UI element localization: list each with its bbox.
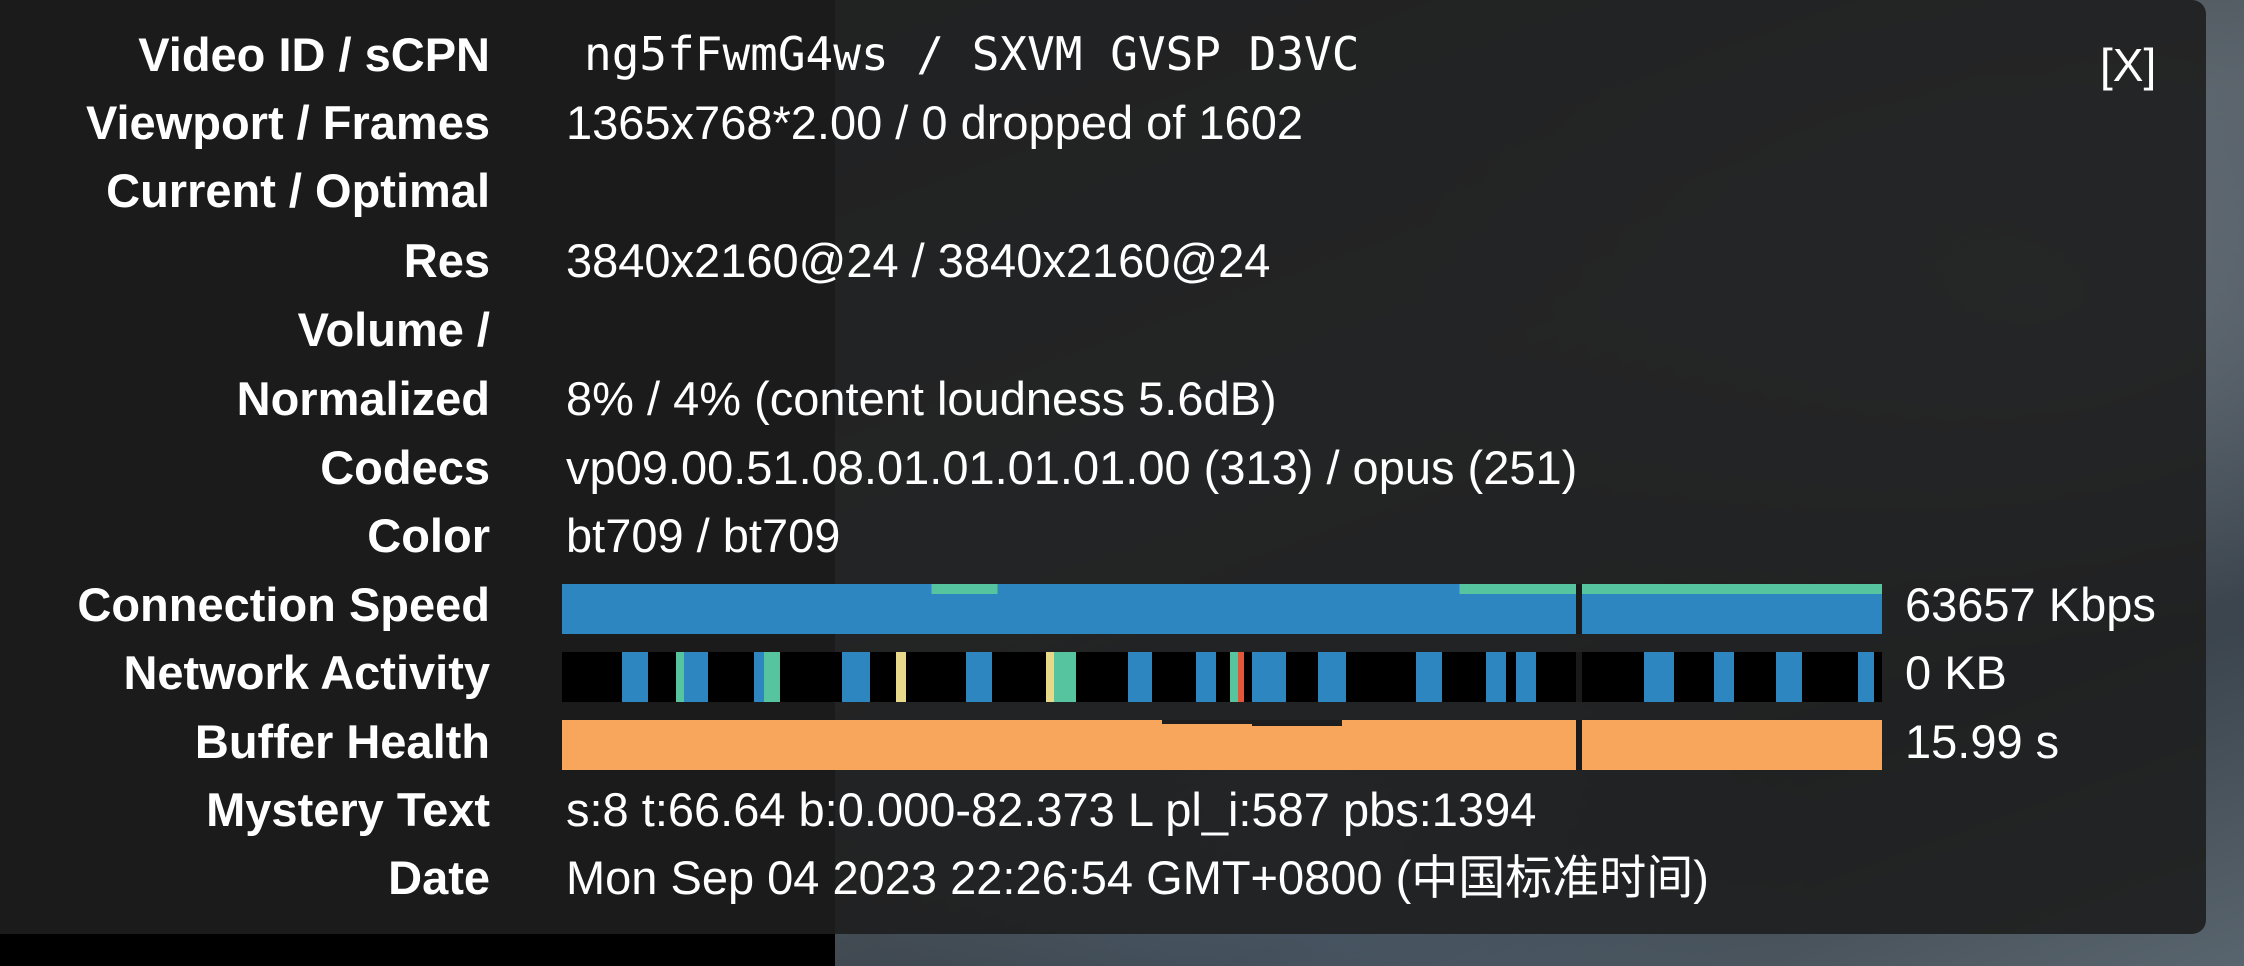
network-activity-graph: [562, 652, 1882, 702]
normalized-label: Normalized: [236, 372, 490, 425]
connection-speed-label: Connection Speed: [77, 578, 490, 631]
codecs-value: vp09.00.51.08.01.01.01.01.00 (313) / opu…: [566, 441, 1578, 494]
viewport-label: Viewport / Frames: [86, 96, 490, 149]
volume-label: Volume /: [297, 303, 490, 356]
color-label: Color: [367, 509, 490, 562]
mystery-text-value: s:8 t:66.64 b:0.000-82.373 L pl_i:587 pb…: [566, 783, 1537, 836]
normalized-value: 8% / 4% (content loudness 5.6dB): [566, 372, 1277, 425]
mystery-text-label: Mystery Text: [206, 783, 490, 836]
stats-for-nerds-panel: [X] Video ID / sCPN ng5fFwmG4ws / SXVM G…: [0, 0, 2206, 934]
date-value: Mon Sep 04 2023 22:26:54 GMT+0800 (中国标准时…: [566, 851, 1709, 904]
connection-speed-value: 63657 Kbps: [1905, 578, 2156, 631]
buffer-health-label: Buffer Health: [194, 715, 490, 768]
codecs-label: Codecs: [320, 441, 490, 494]
close-button[interactable]: [X]: [2100, 42, 2156, 88]
network-activity-label: Network Activity: [123, 646, 490, 699]
viewport-value: 1365x768*2.00 / 0 dropped of 1602: [566, 96, 1303, 149]
buffer-health-graph: [562, 720, 1882, 770]
buffer-health-value: 15.99 s: [1905, 715, 2060, 768]
res-label: Res: [403, 234, 490, 287]
color-value: bt709 / bt709: [566, 509, 841, 562]
current-optimal-label: Current / Optimal: [106, 164, 490, 217]
network-activity-value: 0 KB: [1905, 646, 2007, 699]
res-value: 3840x2160@24 / 3840x2160@24: [566, 234, 1271, 287]
connection-speed-graph: [562, 584, 1882, 634]
video-id-value: ng5fFwmG4ws / SXVM GVSP D3VC: [584, 27, 1360, 81]
date-label: Date: [388, 851, 490, 904]
video-id-label: Video ID / sCPN: [138, 28, 490, 81]
